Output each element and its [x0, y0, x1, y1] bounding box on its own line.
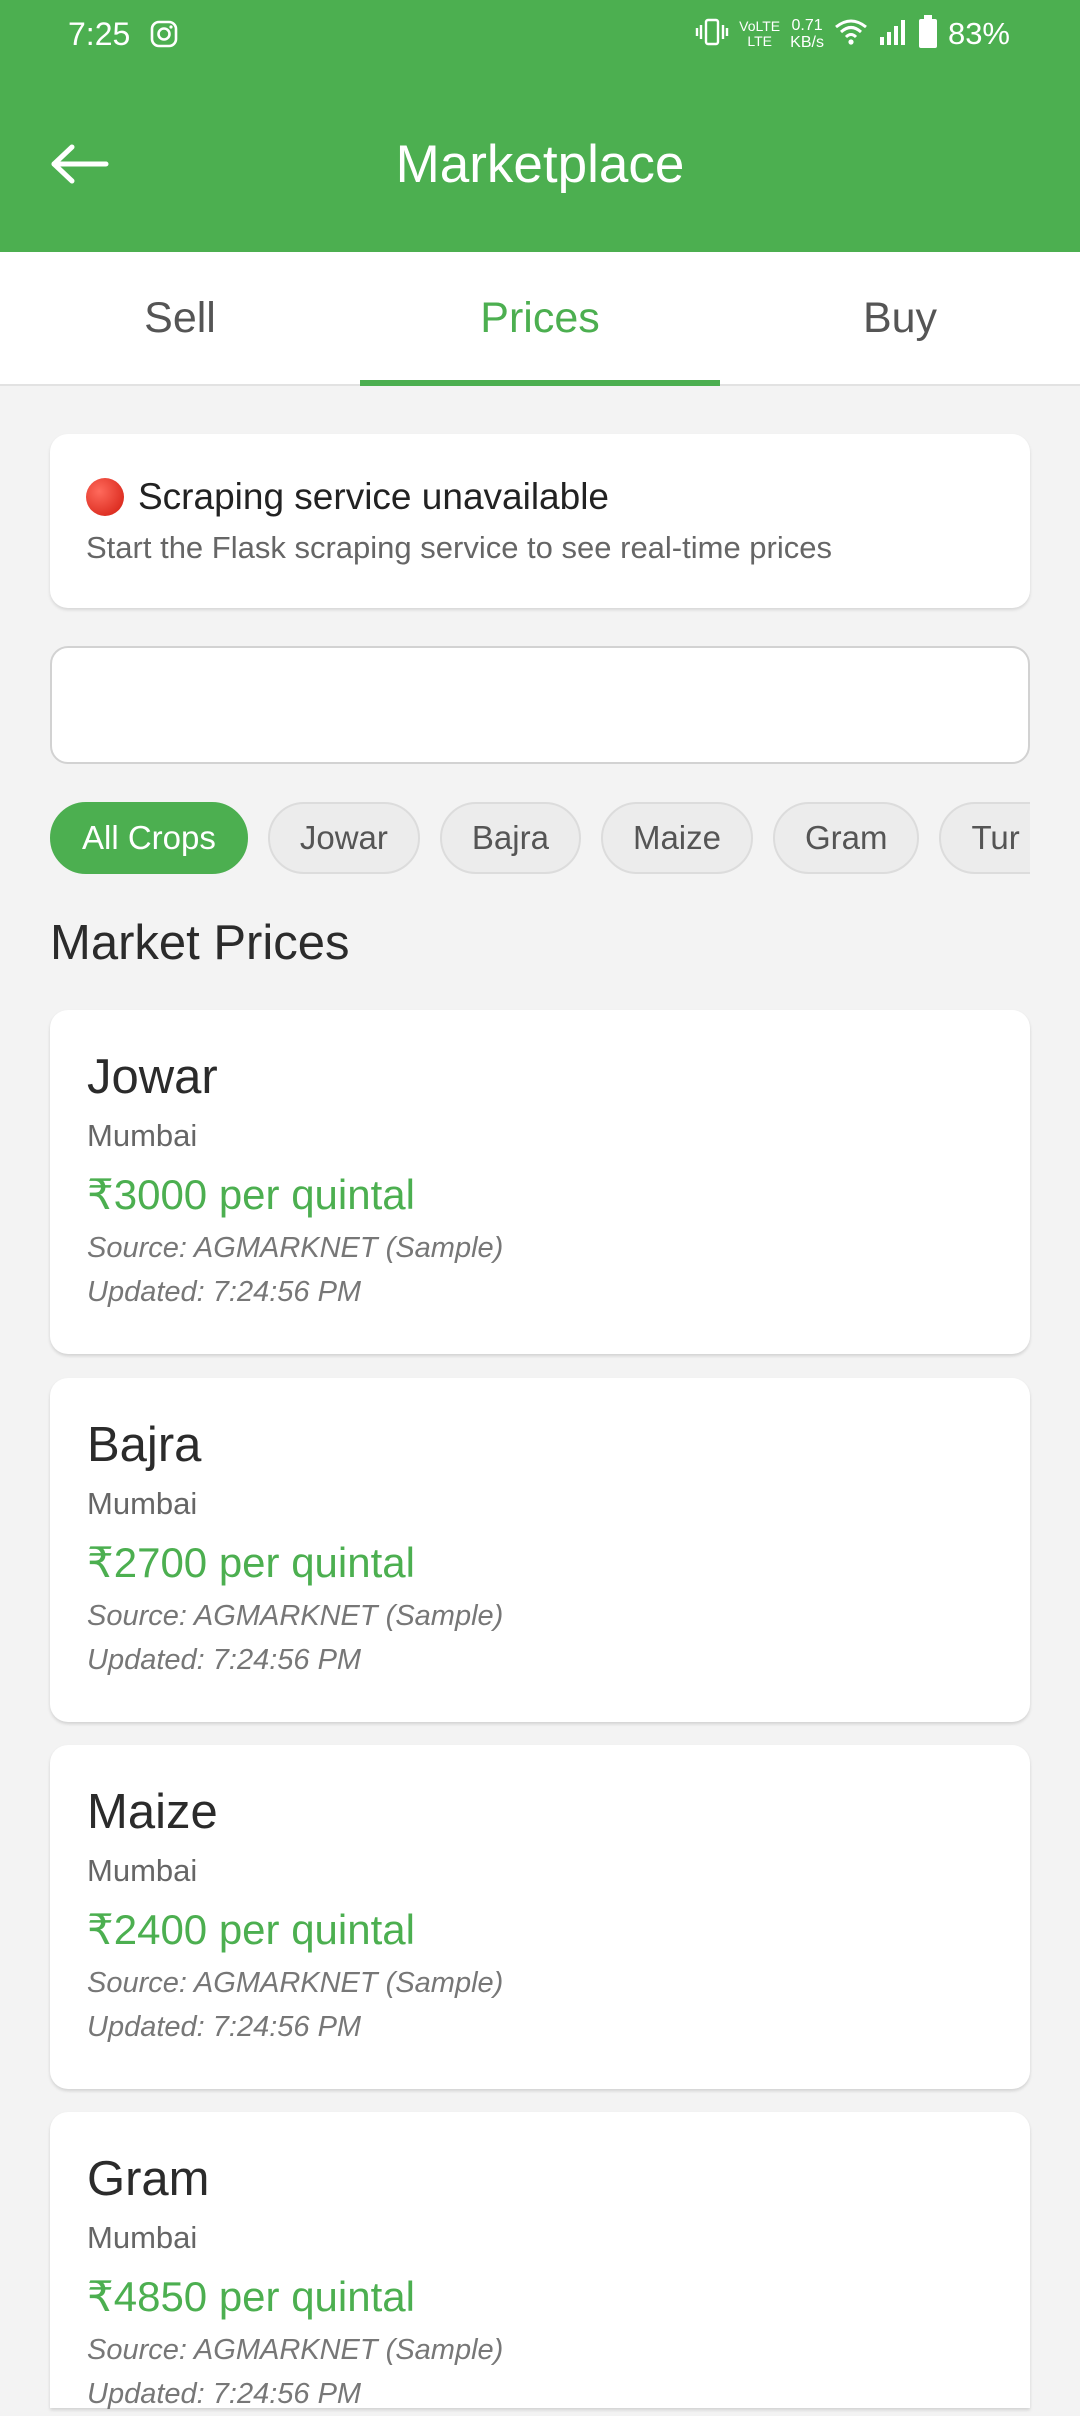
- app-header: 7:25 VoLTE LTE 0.71 KB/s 83% Marketplace: [0, 0, 1080, 252]
- crop-filter-chips: All Crops Jowar Bajra Maize Gram Tur (: [50, 802, 1030, 878]
- network-speed-value: 0.71: [791, 17, 823, 34]
- price-card[interactable]: Gram Mumbai ₹4850 per quintal Source: AG…: [50, 2112, 1030, 2410]
- price-updated: Updated: 7:24:56 PM: [87, 1644, 362, 1676]
- battery-percent: 83%: [947, 16, 1010, 51]
- crop-name: Gram: [87, 2152, 210, 2206]
- wifi-icon: [834, 17, 868, 52]
- price-card[interactable]: Jowar Mumbai ₹3000 per quintal Source: A…: [50, 1010, 1030, 1354]
- price-card[interactable]: Bajra Mumbai ₹2700 per quintal Source: A…: [50, 1378, 1030, 1722]
- crop-name: Bajra: [87, 1418, 202, 1472]
- red-circle-icon: [86, 478, 124, 516]
- crop-price: ₹2700 per quintal: [87, 1539, 415, 1586]
- crop-price: ₹3000 per quintal: [87, 1171, 415, 1218]
- price-source: Source: AGMARKNET (Sample): [87, 1600, 504, 1632]
- price-source: Source: AGMARKNET (Sample): [87, 1232, 504, 1264]
- page-title: Marketplace: [395, 135, 685, 194]
- alert-title: Scraping service unavailable: [138, 476, 609, 517]
- alert-title-row: Scraping service unavailable: [86, 474, 994, 520]
- signal-icon: [878, 17, 908, 52]
- tab-buy[interactable]: Buy: [720, 252, 1080, 384]
- status-time: 7:25: [68, 16, 131, 52]
- crop-location: Mumbai: [87, 2220, 198, 2255]
- crop-name: Maize: [87, 1785, 218, 1839]
- price-card[interactable]: Maize Mumbai ₹2400 per quintal Source: A…: [50, 1745, 1030, 2089]
- filter-chip-bajra[interactable]: Bajra: [439, 802, 581, 874]
- filter-chip-all-crops[interactable]: All Crops: [50, 802, 248, 874]
- network-label-bottom: LTE: [747, 33, 772, 49]
- search-input[interactable]: [50, 646, 1030, 764]
- filter-chip-jowar[interactable]: Jowar: [267, 802, 420, 874]
- network-label-top: VoLTE: [739, 18, 781, 34]
- section-title: Market Prices: [50, 916, 350, 970]
- filter-chip-maize[interactable]: Maize: [600, 802, 753, 874]
- crop-location: Mumbai: [87, 1486, 198, 1521]
- status-icons: VoLTE LTE 0.71 KB/s 83%: [695, 12, 1010, 56]
- instagram-icon: [150, 20, 178, 48]
- network-speed: 0.71 KB/s: [790, 17, 824, 51]
- vibrate-icon: [695, 17, 729, 52]
- price-updated: Updated: 7:24:56 PM: [87, 2378, 362, 2410]
- crop-price: ₹4850 per quintal: [87, 2273, 415, 2320]
- tab-prices[interactable]: Prices: [360, 252, 720, 386]
- alert-message: Start the Flask scraping service to see …: [86, 530, 832, 565]
- tab-bar: Sell Prices Buy: [0, 252, 1080, 386]
- crop-location: Mumbai: [87, 1118, 198, 1153]
- filter-chip-tur[interactable]: Tur (: [939, 802, 1030, 874]
- status-bar: 7:25 VoLTE LTE 0.71 KB/s 83%: [0, 0, 1080, 70]
- crop-price: ₹2400 per quintal: [87, 1906, 415, 1953]
- price-source: Source: AGMARKNET (Sample): [87, 2334, 504, 2366]
- price-updated: Updated: 7:24:56 PM: [87, 2011, 362, 2043]
- filter-chip-gram[interactable]: Gram: [772, 802, 920, 874]
- tab-sell[interactable]: Sell: [0, 252, 360, 384]
- price-source: Source: AGMARKNET (Sample): [87, 1967, 504, 1999]
- service-alert-card: Scraping service unavailable Start the F…: [50, 434, 1030, 608]
- battery-icon: [918, 14, 938, 54]
- crop-location: Mumbai: [87, 1853, 198, 1888]
- price-updated: Updated: 7:24:56 PM: [87, 1276, 362, 1308]
- network-type: VoLTE LTE: [739, 19, 780, 49]
- crop-name: Jowar: [87, 1050, 218, 1104]
- network-speed-unit: KB/s: [790, 34, 824, 51]
